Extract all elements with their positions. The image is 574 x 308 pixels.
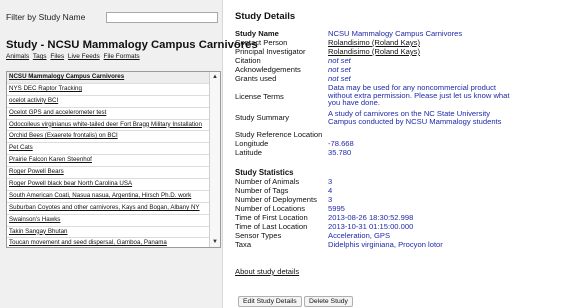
first-location-value: 2013-08-26 18:30:52.998 [328, 213, 414, 222]
statistics-heading: Study Statistics [235, 168, 294, 177]
list-item[interactable]: Toucan movement and seed dispersal, Gamb… [7, 238, 209, 247]
study-listbox[interactable]: NCSU Mammalogy Campus Carnivores NYS DEC… [6, 71, 221, 248]
acknowledgements-label: Acknowledgements [235, 65, 301, 74]
live-feeds-link[interactable]: Live Feeds [68, 53, 100, 60]
delete-study-button[interactable]: Delete Study [304, 296, 353, 307]
about-study-details-link[interactable]: About study details [235, 267, 299, 276]
list-item-label: Suburban Coyotes and other carnivores, K… [9, 203, 200, 211]
list-item-label: Orchid Bees (Exaerete frontalis) on BCI [9, 132, 118, 140]
license-label: License Terms [235, 92, 284, 101]
list-item-label: ocelot activity BCI [9, 96, 59, 104]
list-item-label: South American Coati, Nasua nasua, Argen… [9, 191, 192, 199]
list-item[interactable]: Roger Powell Bears [7, 167, 209, 180]
list-item[interactable]: NCSU Mammalogy Campus Carnivores [7, 72, 209, 84]
list-item-label: Toucan movement and seed dispersal, Gamb… [9, 239, 167, 247]
first-location-label: Time of First Location [235, 213, 308, 222]
list-item-label: Pet Cats [9, 144, 33, 152]
tags-value: 4 [328, 186, 333, 195]
study-details-panel: Study Details Study Name NCSU Mammalogy … [235, 0, 574, 308]
list-item[interactable]: Orchid Bees (Exaerete frontalis) on BCI [7, 131, 209, 144]
latitude-value: 35.780 [328, 148, 352, 157]
list-item[interactable]: Ocelot GPS and accelerometer test [7, 108, 209, 120]
list-item[interactable]: Suburban Coyotes and other carnivores, K… [7, 203, 209, 215]
list-scrollbar[interactable]: ▲ ▼ [209, 72, 220, 247]
list-item[interactable]: Swainson's Hawks [7, 215, 209, 227]
list-item-label: Prairie Falcon Karen Steenhof [9, 156, 92, 164]
study-links: Animals Tags Files Live Feeds File Forma… [6, 53, 142, 60]
study-title: Study - NCSU Mammalogy Campus Carnivores [6, 39, 258, 51]
animals-link[interactable]: Animals [6, 53, 29, 60]
list-item[interactable]: Prairie Falcon Karen Steenhof [7, 155, 209, 168]
contact-label: Contact Person [235, 38, 288, 47]
sensor-types-label: Sensor Types [235, 231, 282, 240]
study-details-heading: Study Details [235, 11, 296, 22]
study-name-label: Study Name [235, 29, 279, 38]
list-item[interactable]: Roger Powell black bear North Carolina U… [7, 179, 209, 191]
list-item[interactable]: Takin Sangay Bhutan [7, 227, 209, 239]
scroll-up-icon[interactable]: ▲ [211, 73, 219, 81]
list-item-label: Swainson's Hawks [9, 215, 61, 223]
filter-input[interactable] [106, 12, 218, 23]
locations-label: Number of Locations [235, 204, 306, 213]
grants-label: Grants used [235, 74, 277, 83]
taxa-label: Taxa [235, 240, 252, 249]
deployments-value: 3 [328, 195, 333, 204]
list-item-label: Roger Powell Bears [9, 168, 64, 176]
animals-value: 3 [328, 177, 333, 186]
longitude-value: -78.668 [328, 139, 354, 148]
scroll-down-icon[interactable]: ▼ [211, 238, 219, 246]
study-list-panel: Filter by Study Name Study - NCSU Mammal… [0, 0, 258, 308]
edit-study-details-button[interactable]: Edit Study Details [238, 296, 302, 307]
tags-link[interactable]: Tags [33, 53, 47, 60]
sensor-types-value: Acceleration, GPS [328, 231, 391, 240]
reference-location-label: Study Reference Location [235, 130, 323, 139]
list-item[interactable]: Odocoileus virginianus white-tailed deer… [7, 120, 209, 132]
acknowledgements-value: not set [328, 65, 351, 74]
list-item-label: Roger Powell black bear North Carolina U… [9, 180, 133, 188]
citation-label: Citation [235, 56, 261, 65]
files-link[interactable]: Files [50, 53, 64, 60]
file-formats-link[interactable]: File Formats [104, 53, 140, 60]
license-value: Data may be used for any noncommercial p… [328, 83, 510, 108]
summary-value: A study of carnivores on the NC State Un… [328, 109, 502, 126]
locations-value: 5995 [328, 204, 345, 213]
pi-link[interactable]: Rolandisimo (Roland Kays) [328, 47, 568, 56]
animals-label: Number of Animals [235, 177, 300, 186]
citation-value: not set [328, 56, 351, 65]
list-item-label: Odocoileus virginianus white-tailed deer… [9, 120, 202, 128]
grants-value: not set [328, 74, 351, 83]
last-location-value: 2013-10-31 01:15:00.000 [328, 222, 414, 231]
list-item-label: NCSU Mammalogy Campus Carnivores [9, 73, 125, 80]
taxa-value: Didelphis virginiana, Procyon lotor [328, 240, 443, 249]
filter-label: Filter by Study Name [6, 12, 86, 22]
list-item-label: Ocelot GPS and accelerometer test [9, 108, 107, 116]
deployments-label: Number of Deployments [235, 195, 317, 204]
contact-link[interactable]: Rolandisimo (Roland Kays) [328, 38, 568, 47]
longitude-label: Longitude [235, 139, 269, 148]
list-item[interactable]: South American Coati, Nasua nasua, Argen… [7, 191, 209, 203]
latitude-label: Latitude [235, 148, 263, 157]
study-list: NCSU Mammalogy Campus Carnivores NYS DEC… [7, 72, 209, 247]
pi-label: Principal Investigator [235, 47, 306, 56]
list-item-label: NYS DEC Raptor Tracking [9, 84, 82, 92]
list-item[interactable]: Pet Cats [7, 143, 209, 156]
summary-label: Study Summary [235, 113, 290, 122]
list-item[interactable]: NYS DEC Raptor Tracking [7, 84, 209, 96]
study-name-value: NCSU Mammalogy Campus Carnivores [328, 29, 463, 38]
last-location-label: Time of Last Location [235, 222, 308, 231]
list-item[interactable]: ocelot activity BCI [7, 96, 209, 108]
tags-label: Number of Tags [235, 186, 289, 195]
list-item-label: Takin Sangay Bhutan [9, 227, 68, 235]
